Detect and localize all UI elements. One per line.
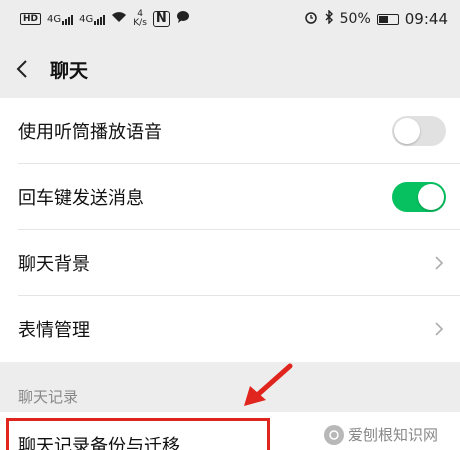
battery-icon (376, 13, 399, 25)
status-left: HD 4G 4G 4 K/s N (20, 10, 190, 28)
watermark-text: 爱刨根知识网 (348, 426, 439, 444)
status-time: 09:44 (404, 10, 448, 28)
red-arrow-icon (244, 363, 293, 406)
status-right: 50% 09:44 (304, 9, 448, 28)
setting-label: 使用听筒播放语音 (18, 122, 162, 143)
back-arrow-icon[interactable] (16, 60, 34, 78)
chat-bubble-icon (176, 10, 190, 28)
status-bar: HD 4G 4G 4 K/s N 50% 09:44 (0, 0, 460, 38)
signal-icon-2: 4G (79, 13, 106, 25)
setting-earpiece-playback[interactable]: 使用听筒播放语音 (0, 98, 460, 164)
section-header-chat-history: 聊天记录 (18, 388, 79, 406)
alarm-icon (304, 10, 318, 28)
signal-label-1: 4G (47, 13, 62, 25)
page-title: 聊天 (50, 59, 89, 82)
nfc-icon: N (152, 11, 170, 27)
setting-sticker-management[interactable]: 表情管理 (0, 296, 460, 362)
chevron-right-icon (435, 256, 444, 270)
net-speed-unit: K/s (133, 18, 147, 28)
chevron-right-icon (435, 322, 444, 336)
battery-percent: 50% (339, 11, 371, 27)
enter-send-toggle[interactable] (392, 182, 446, 212)
signal-icon-1: 4G (47, 13, 74, 25)
wifi-icon (111, 11, 127, 27)
signal-label-2: 4G (79, 13, 94, 25)
nav-bar: 聊天 (0, 38, 460, 100)
net-speed: 4 K/s (133, 10, 147, 28)
settings-group: 使用听筒播放语音 回车键发送消息 聊天背景 表情管理 (0, 98, 460, 362)
earpiece-toggle[interactable] (392, 116, 446, 146)
bluetooth-icon (324, 9, 334, 28)
setting-label: 回车键发送消息 (18, 188, 144, 209)
watermark: 爱刨根知识网 (324, 424, 438, 445)
toggle-knob (394, 118, 420, 144)
backup-migration-label: 聊天记录备份与迁移 (18, 436, 180, 450)
setting-label: 聊天背景 (18, 254, 90, 275)
watermark-logo-icon (324, 424, 344, 445)
setting-label: 表情管理 (18, 320, 90, 341)
toggle-knob (418, 184, 444, 210)
hd-badge: HD (20, 13, 42, 25)
setting-enter-to-send[interactable]: 回车键发送消息 (0, 164, 460, 230)
setting-chat-background[interactable]: 聊天背景 (0, 230, 460, 296)
